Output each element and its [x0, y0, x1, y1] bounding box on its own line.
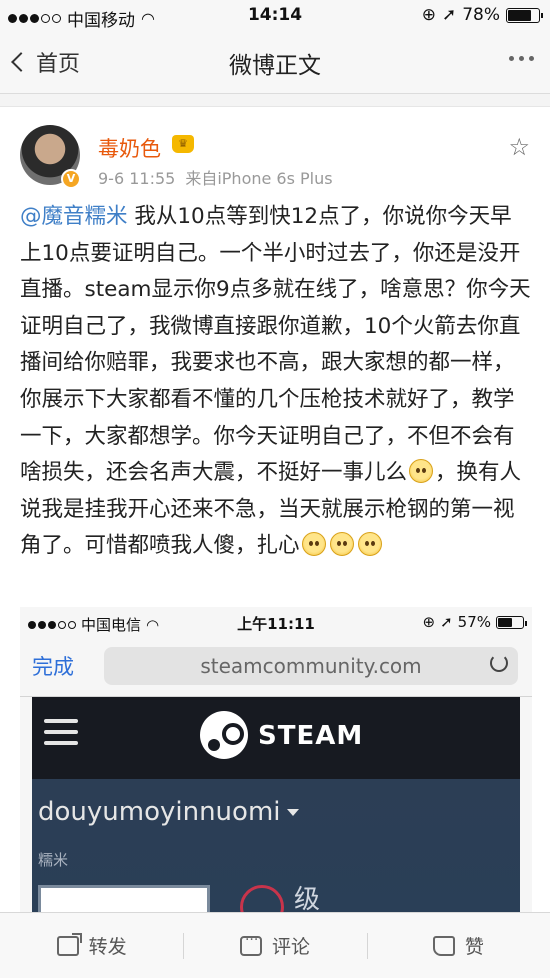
profile-name-text: douyumoyinnuomi — [38, 797, 281, 827]
steam-profile: douyumoyinnuomi 糯米 级 — [32, 779, 520, 913]
emoji-shh-icon — [409, 459, 434, 484]
repost-button[interactable]: 转发 — [0, 913, 183, 978]
post-meta: 9-6 11:55 来自iPhone 6s Plus — [98, 165, 333, 189]
screenshot-url-field: steamcommunity.com — [104, 647, 518, 685]
steam-logo-icon — [200, 711, 248, 759]
verified-badge-icon: V — [61, 169, 81, 189]
embedded-screenshot-image[interactable]: 中国电信 ◠ 上午11:11 ⊕ ➚ 57% 完成 steamcommunity… — [20, 607, 532, 913]
screenshot-status-right: ⊕ ➚ 57% — [422, 613, 527, 631]
lock-rotation-icon: ⊕ — [421, 5, 436, 25]
profile-avatar-frame — [38, 885, 210, 913]
more-button[interactable] — [509, 56, 534, 61]
post-date: 9-6 11:55 — [98, 169, 176, 188]
battery-icon — [506, 7, 543, 23]
screenshot-lock-icon: ⊕ — [422, 613, 436, 631]
thumbs-up-icon — [432, 935, 455, 956]
repost-label: 转发 — [88, 936, 127, 958]
steam-page: STEAM douyumoyinnuomi 糯米 级 — [32, 697, 520, 913]
action-toolbar: 转发 评论 赞 — [0, 912, 550, 978]
level-label: 级 — [294, 885, 321, 913]
weibo-post: V 毒奶色 ♛ 9-6 11:55 来自iPhone 6s Plus ☆ @魔音糯… — [0, 106, 550, 913]
page-title: 微博正文 — [229, 53, 321, 79]
post-text-part-1: 我从10点等到快12点了，你说你今天早上10点要证明自己。一个半小时过去了，你还… — [20, 204, 531, 486]
screenshot-battery-icon — [496, 615, 527, 629]
profile-name: douyumoyinnuomi — [38, 797, 299, 827]
mention-link[interactable]: @魔音糯米 — [20, 204, 128, 229]
screenshot-location-icon: ➚ — [440, 613, 453, 631]
like-label: 赞 — [464, 936, 484, 958]
repost-icon — [56, 932, 82, 956]
steam-header: STEAM — [32, 697, 520, 779]
steam-brand: STEAM — [258, 721, 364, 751]
screenshot-done-button: 完成 — [32, 655, 74, 679]
status-bar: 中国移动 ◠ 14:14 ⊕ ➚ 78% — [0, 0, 550, 31]
profile-alias: 糯米 — [38, 851, 69, 869]
more-dots-icon — [509, 56, 514, 61]
post-source: 来自iPhone 6s Plus — [185, 169, 333, 188]
comment-label: 评论 — [271, 936, 310, 958]
level-ring-icon — [240, 885, 284, 913]
emoji-worried-icon — [357, 532, 382, 557]
status-right: ⊕ ➚ 78% — [421, 5, 543, 25]
screenshot-battery-percent: 57% — [457, 613, 491, 631]
emoji-worried-icon — [301, 532, 326, 557]
location-icon: ➚ — [441, 5, 457, 25]
caret-down-icon — [286, 809, 299, 816]
comment-icon — [239, 932, 262, 956]
like-button[interactable]: 赞 — [366, 913, 550, 978]
username[interactable]: 毒奶色 — [98, 133, 161, 163]
comment-button[interactable]: 评论 — [183, 913, 366, 978]
battery-percent: 78% — [462, 5, 500, 25]
reload-icon — [490, 654, 508, 672]
post-text: @魔音糯米 我从10点等到快12点了，你说你今天早上10点要证明自己。一个半小时… — [20, 199, 532, 565]
member-crown-icon: ♛ — [172, 135, 194, 153]
screenshot-url-bar: 完成 steamcommunity.com — [20, 637, 532, 697]
emoji-worried-icon — [329, 532, 354, 557]
favorite-star-icon[interactable]: ☆ — [508, 133, 530, 161]
hamburger-menu-icon — [44, 719, 78, 752]
screenshot-status-bar: 中国电信 ◠ 上午11:11 ⊕ ➚ 57% — [20, 607, 532, 637]
nav-bar: 首页 微博正文 — [0, 30, 550, 94]
